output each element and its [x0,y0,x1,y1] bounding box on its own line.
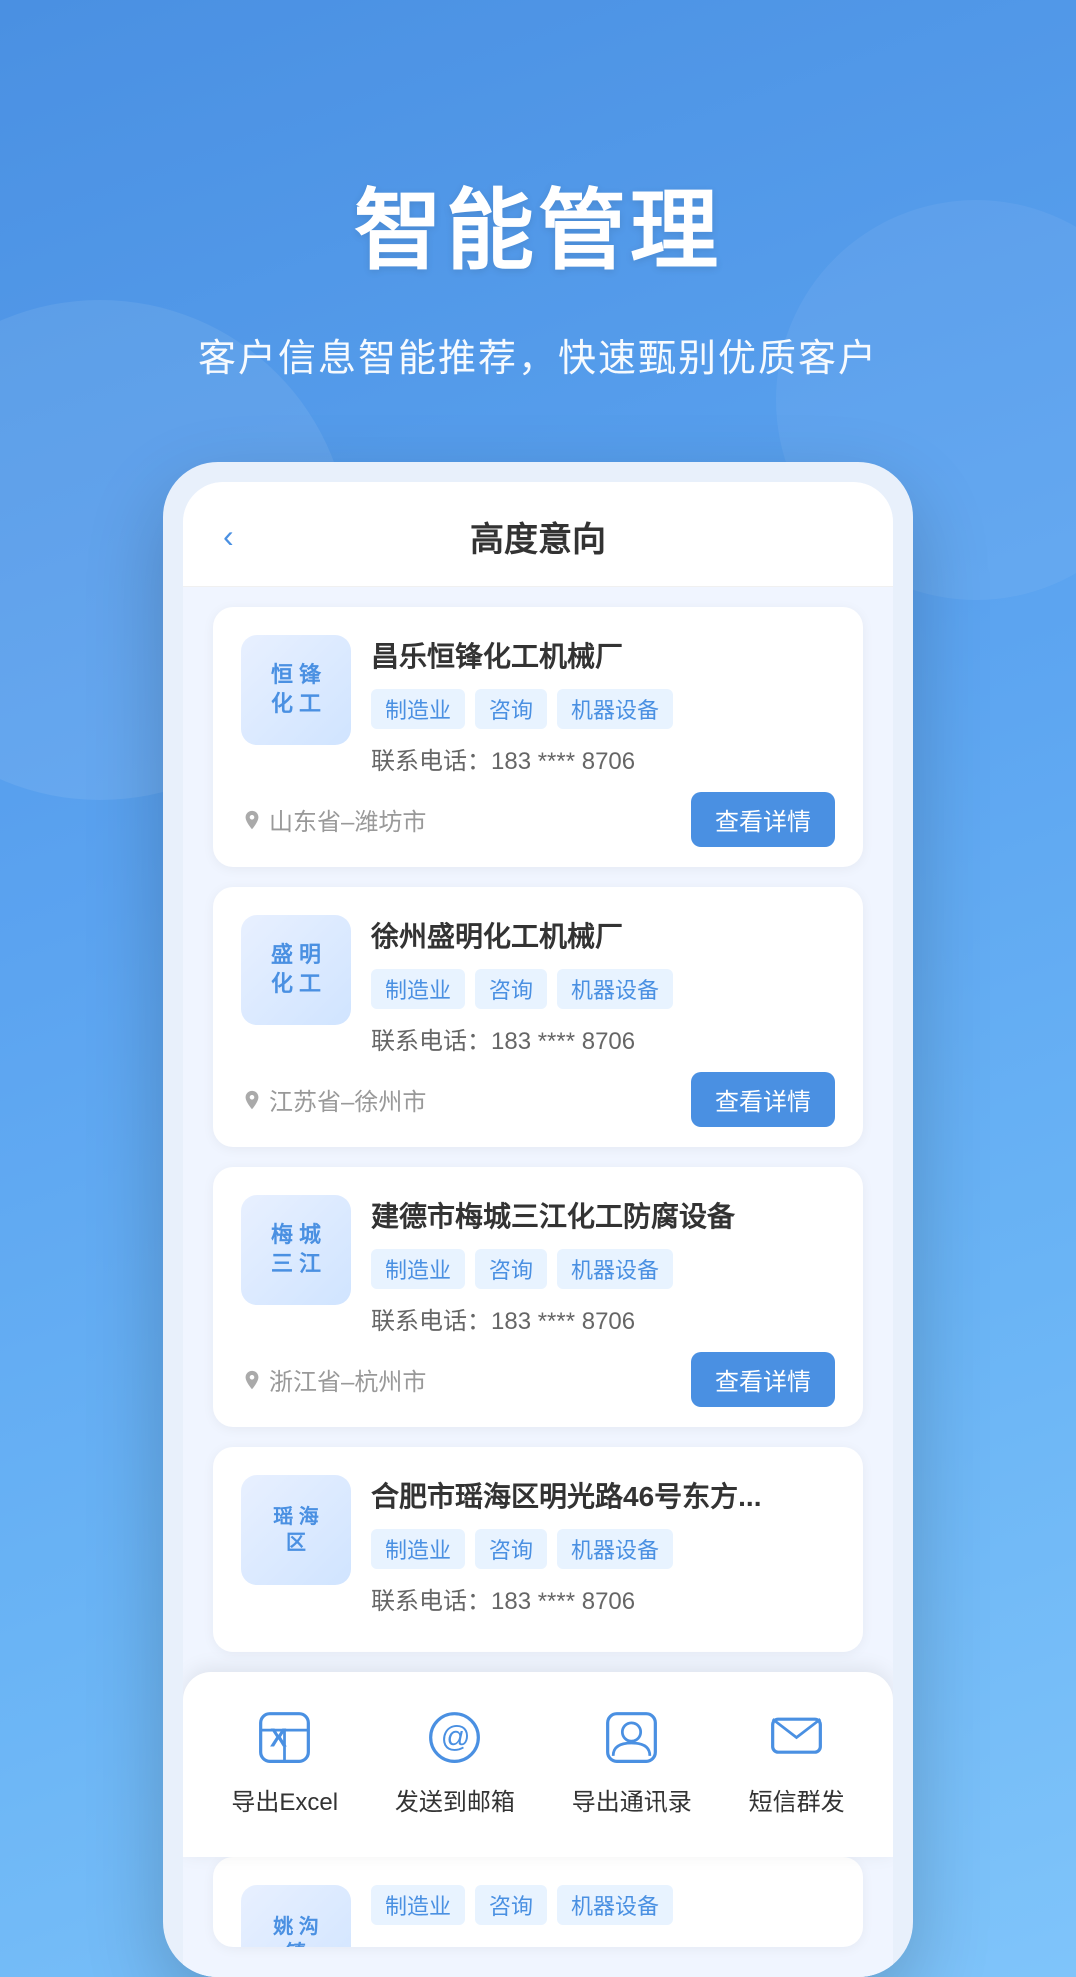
toolbar-item-email[interactable]: @ 发送到邮箱 [395,1702,515,1817]
customer-card: 恒 锋化 工 昌乐恒锋化工机械厂 制造业 咨询 机器设备 联系电话：183 **… [213,607,863,867]
card-phone-2: 联系电话：183 **** 8706 [371,1021,835,1056]
card-top-3: 梅 城三 江 建德市梅城三江化工防腐设备 制造业 咨询 机器设备 联系电话：18… [241,1195,835,1336]
card-tags-4: 制造业 咨询 机器设备 [371,1529,835,1569]
company-name-3: 建德市梅城三江化工防腐设备 [371,1195,835,1235]
card-info-3: 建德市梅城三江化工防腐设备 制造业 咨询 机器设备 联系电话：183 **** … [371,1195,835,1336]
customer-card-3: 梅 城三 江 建德市梅城三江化工防腐设备 制造业 咨询 机器设备 联系电话：18… [213,1167,863,1427]
card-bottom-2: 江苏省–徐州市 查看详情 [241,1072,835,1127]
card-tags-2: 制造业 咨询 机器设备 [371,969,835,1009]
phone-mockup: ‹ 高度意向 恒 锋化 工 昌乐恒锋化工机械厂 制造业 咨询 机器设备 [163,462,913,1977]
email-svg: @ [427,1710,482,1765]
tag-3-2: 咨询 [475,1249,547,1289]
email-icon: @ [420,1702,490,1772]
sms-icon [762,1702,832,1772]
avatar-1: 恒 锋化 工 [241,635,351,745]
bottom-toolbar: X 导出Excel @ 发送到邮箱 [183,1672,893,1857]
hero-subtitle: 客户信息智能推荐，快速甄别优质客户 [198,327,878,382]
card-tags-3: 制造业 咨询 机器设备 [371,1249,835,1289]
partial-customer-card: 姚 沟镇 制造业 咨询 机器设备 [213,1857,863,1947]
company-name-4: 合肥市瑶海区明光路46号东方... [371,1475,835,1515]
contacts-label: 导出通讯录 [572,1782,692,1817]
location-text-3: 浙江省–杭州市 [269,1362,426,1397]
contacts-svg [604,1710,659,1765]
card-location-3: 浙江省–杭州市 [241,1362,426,1397]
tag-1-3: 机器设备 [557,689,673,729]
partial-card-area: 姚 沟镇 制造业 咨询 机器设备 [183,1857,893,1977]
company-name-2: 徐州盛明化工机械厂 [371,915,835,955]
company-name-1: 昌乐恒锋化工机械厂 [371,635,835,675]
toolbar-item-sms[interactable]: 短信群发 [749,1702,845,1817]
phone-header: ‹ 高度意向 [183,482,893,587]
card-phone-4: 联系电话：183 **** 8706 [371,1581,835,1616]
back-button[interactable]: ‹ [223,518,234,555]
partial-card-tags: 制造业 咨询 机器设备 [371,1885,835,1925]
tag-4-1: 制造业 [371,1529,465,1569]
location-icon-3 [241,1369,263,1391]
card-top-4: 瑶 海区 合肥市瑶海区明光路46号东方... 制造业 咨询 机器设备 联系电话：… [241,1475,835,1616]
detail-button-3[interactable]: 查看详情 [691,1352,835,1407]
card-info-2: 徐州盛明化工机械厂 制造业 咨询 机器设备 联系电话：183 **** 8706 [371,915,835,1056]
excel-label: 导出Excel [231,1782,338,1817]
detail-button-2[interactable]: 查看详情 [691,1072,835,1127]
card-info-4: 合肥市瑶海区明光路46号东方... 制造业 咨询 机器设备 联系电话：183 *… [371,1475,835,1616]
sms-svg [769,1710,824,1765]
excel-svg: X [257,1710,312,1765]
card-top-2: 盛 明化 工 徐州盛明化工机械厂 制造业 咨询 机器设备 联系电话：183 **… [241,915,835,1056]
toolbar-item-contacts[interactable]: 导出通讯录 [572,1702,692,1817]
customer-card-4: 瑶 海区 合肥市瑶海区明光路46号东方... 制造业 咨询 机器设备 联系电话：… [213,1447,863,1652]
tag-2-2: 咨询 [475,969,547,1009]
svg-text:@: @ [441,1720,471,1753]
card-info-1: 昌乐恒锋化工机械厂 制造业 咨询 机器设备 联系电话：183 **** 8706 [371,635,835,776]
tag-4-3: 机器设备 [557,1529,673,1569]
tag-2-3: 机器设备 [557,969,673,1009]
email-label: 发送到邮箱 [395,1782,515,1817]
avatar-3: 梅 城三 江 [241,1195,351,1305]
card-location-1: 山东省–潍坊市 [241,802,426,837]
tag-4-2: 咨询 [475,1529,547,1569]
tag-2-1: 制造业 [371,969,465,1009]
tag-1-2: 咨询 [475,689,547,729]
card-bottom-3: 浙江省–杭州市 查看详情 [241,1352,835,1407]
card-phone-3: 联系电话：183 **** 8706 [371,1301,835,1336]
phone-header-title: 高度意向 [470,512,606,561]
partial-card-info: 制造业 咨询 机器设备 [371,1885,835,1947]
card-tags-1: 制造业 咨询 机器设备 [371,689,835,729]
card-phone-1: 联系电话：183 **** 8706 [371,741,835,776]
avatar-4: 瑶 海区 [241,1475,351,1585]
excel-icon: X [250,1702,320,1772]
card-location-2: 江苏省–徐州市 [241,1082,426,1117]
tag-1-1: 制造业 [371,689,465,729]
page-content: 智能管理 客户信息智能推荐，快速甄别优质客户 ‹ 高度意向 恒 锋化 工 昌乐恒… [0,0,1076,1977]
card-top-1: 恒 锋化 工 昌乐恒锋化工机械厂 制造业 咨询 机器设备 联系电话：183 **… [241,635,835,776]
avatar-2: 盛 明化 工 [241,915,351,1025]
partial-tag-2: 咨询 [475,1885,547,1925]
phone-screen: ‹ 高度意向 恒 锋化 工 昌乐恒锋化工机械厂 制造业 咨询 机器设备 [183,482,893,1977]
location-text-1: 山东省–潍坊市 [269,802,426,837]
sms-label: 短信群发 [749,1782,845,1817]
partial-tag-1: 制造业 [371,1885,465,1925]
customer-list: 恒 锋化 工 昌乐恒锋化工机械厂 制造业 咨询 机器设备 联系电话：183 **… [183,587,893,1672]
partial-tag-3: 机器设备 [557,1885,673,1925]
location-icon-1 [241,809,263,831]
detail-button-1[interactable]: 查看详情 [691,792,835,847]
toolbar-item-excel[interactable]: X 导出Excel [231,1702,338,1817]
customer-card-2: 盛 明化 工 徐州盛明化工机械厂 制造业 咨询 机器设备 联系电话：183 **… [213,887,863,1147]
contacts-icon [597,1702,667,1772]
location-icon-2 [241,1089,263,1111]
hero-title: 智能管理 [354,160,722,287]
tag-3-1: 制造业 [371,1249,465,1289]
partial-card-top: 姚 沟镇 制造业 咨询 机器设备 [241,1885,835,1947]
tag-3-3: 机器设备 [557,1249,673,1289]
partial-avatar: 姚 沟镇 [241,1885,351,1947]
card-bottom-1: 山东省–潍坊市 查看详情 [241,792,835,847]
location-text-2: 江苏省–徐州市 [269,1082,426,1117]
